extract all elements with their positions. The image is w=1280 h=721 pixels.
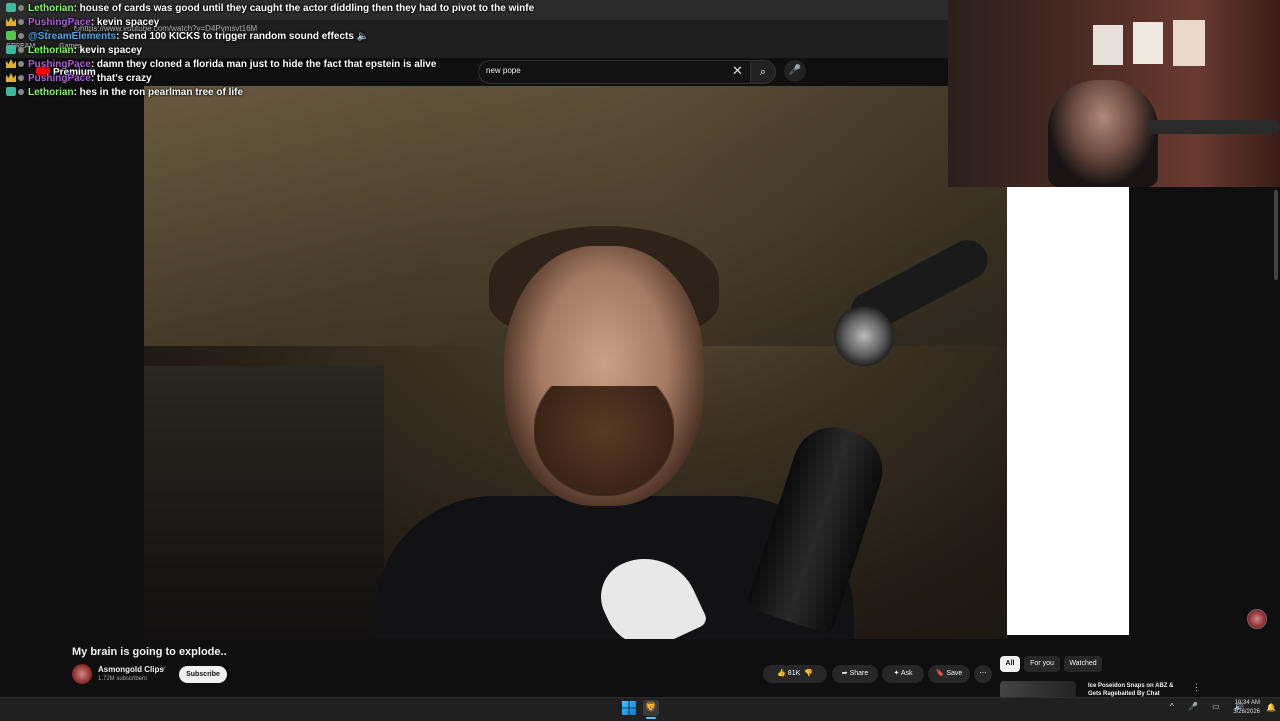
save-button[interactable]: 🔖 Save [928,665,970,683]
windows-taskbar [0,697,1280,721]
thumbs-up-icon[interactable]: 👍 [777,670,786,677]
chat-message: PushingPace: kevin spacey [6,16,566,30]
video-title: My brain is going to explode.. [72,646,227,658]
clock-time[interactable]: 10:34 AM [1230,700,1260,706]
wall-frame [1173,20,1205,66]
avatar[interactable] [72,664,92,684]
ask-label: Ask [900,670,913,677]
share-label: Share [849,670,869,677]
dot-icon [18,47,24,53]
clock-date[interactable]: 3/26/2026 [1228,709,1260,715]
chip-watched[interactable]: Watched [1064,656,1102,672]
chat-username[interactable]: Lethorian [28,45,74,56]
sparkle-icon: ✦ [893,670,900,677]
chat-text: : kevin spacey [90,17,160,28]
chat-username[interactable]: Lethorian [28,3,74,14]
search-icon[interactable]: ⌕ [750,60,776,84]
verified-icon: ✓ [161,666,167,673]
close-icon[interactable]: ✕ [732,63,743,79]
chat-message: PushingPace: damn they cloned a florida … [6,58,566,72]
white-overlay-panel [1007,187,1129,635]
dot-icon [18,75,24,81]
chat-username[interactable]: PushingPace [28,17,91,28]
chat-username[interactable]: @StreamElements [28,31,116,42]
channel-name[interactable]: Asmongold Clips [98,665,164,674]
chat-message: Lethorian: house of cards was good until… [6,2,566,16]
subscribe-button[interactable]: Subscribe [179,666,227,683]
mod-badge-icon [6,87,16,96]
bookmark-icon: 🔖 [935,670,945,677]
dot-icon [18,19,24,25]
active-app-indicator [646,717,656,719]
video-mic-mount [834,306,894,366]
thumbs-down-icon[interactable]: 👎 [804,670,813,677]
like-count: 81K [787,670,801,677]
chip-all[interactable]: All [1000,656,1020,672]
crown-badge-icon [6,59,16,68]
wall-frame [1133,22,1163,64]
floating-avatar[interactable] [1247,609,1267,629]
share-button[interactable]: ➦ Share [832,665,878,683]
wall-frame [1093,25,1123,65]
crown-badge-icon [6,17,16,26]
chat-text: : kevin spacey [73,45,142,56]
video-shelf [144,366,384,639]
chat-text: : Send 100 KICKS to trigger random sound… [116,31,370,42]
save-label: Save [946,670,963,677]
recommended-title[interactable]: Ice Poseidon Snaps on ABZ & Gets Ragebai… [1088,682,1188,698]
mod-badge-icon [6,3,16,12]
share-icon: ➦ [841,670,848,677]
video-player[interactable] [144,86,1008,639]
like-dislike-button[interactable]: 👍 81K 👎 [763,665,827,683]
chat-text: : that's crazy [90,73,152,84]
more-actions-icon[interactable]: ⋯ [974,665,992,683]
chat-text: : hes in the ron pearlman tree of life [73,87,244,98]
scrollbar[interactable] [1274,190,1278,280]
dot-icon [18,61,24,67]
notification-bell-icon[interactable]: 🔔 [1266,703,1276,712]
streamer-mic [1148,120,1280,134]
chat-username[interactable]: PushingPace [28,73,91,84]
streamer [1048,80,1158,187]
dot-icon [18,5,24,11]
chat-message: PushingPace: that's crazy [6,72,566,86]
webcam-overlay [948,0,1280,187]
chat-text: : damn they cloned a florida man just to… [90,59,437,70]
chat-text: : house of cards was good until they cau… [73,3,535,14]
brave-browser-icon[interactable]: 🦁 [643,700,659,716]
chat-message: Lethorian: kevin spacey [6,44,566,58]
ask-button[interactable]: ✦ Ask [882,665,924,683]
microphone-icon[interactable]: 🎤 [784,60,806,82]
dot-icon [18,89,24,95]
chat-message: @StreamElements: Send 100 KICKS to trigg… [6,30,566,44]
chat-message: Lethorian: hes in the ron pearlman tree … [6,86,566,100]
chat-username[interactable]: Lethorian [28,87,74,98]
chip-for-you[interactable]: For you [1024,656,1060,672]
crown-badge-icon [6,73,16,82]
dot-icon [18,33,24,39]
video-person-beard [534,386,674,496]
check-badge-icon [6,31,16,40]
mod-badge-icon [6,45,16,54]
subscriber-count: 1.72M subscribers [98,676,148,682]
chat-overlay: Lethorian: house of cards was good until… [6,2,566,100]
chat-username[interactable]: PushingPace [28,59,91,70]
kebab-menu-icon[interactable]: ⋮ [1192,682,1201,693]
